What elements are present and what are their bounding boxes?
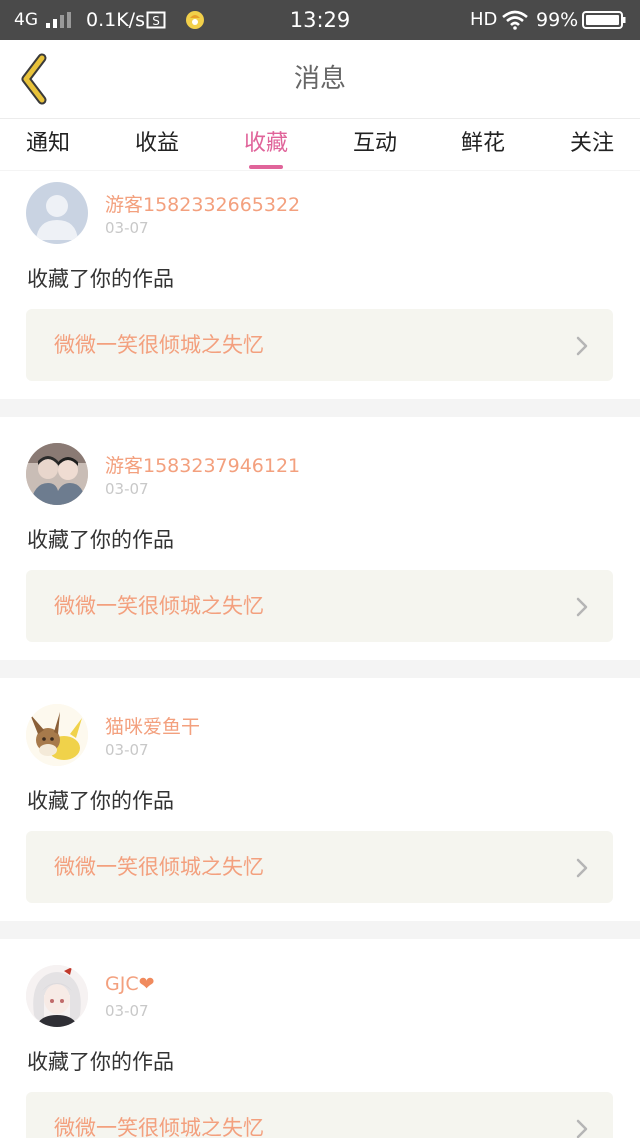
battery-icon <box>582 11 626 29</box>
username[interactable]: GJC❤ <box>105 973 155 995</box>
tab-label: 鲜花 <box>460 131 505 156</box>
tab-label: 互动 <box>352 131 397 156</box>
active-tab-indicator <box>249 165 283 169</box>
status-bar: 4G 0.1K/s S 13:29 HD 99% <box>0 0 640 40</box>
anime-avatar[interactable] <box>26 965 88 1027</box>
back-arrow-icon <box>21 53 47 105</box>
chevron-right-icon <box>576 597 588 617</box>
action-text: 收藏了你的作品 <box>27 267 174 291</box>
page-title: 消息 <box>293 64 346 94</box>
work-title: 微微一笑很倾城之失忆 <box>54 594 264 618</box>
battery-percent: 99% <box>536 9 579 31</box>
action-text: 收藏了你的作品 <box>27 1050 174 1074</box>
work-link[interactable]: 微微一笑很倾城之失忆 <box>26 570 613 642</box>
hd-indicator: HD <box>470 9 498 30</box>
heart-icon: ❤ <box>138 973 155 995</box>
tab-label: 关注 <box>569 131 614 156</box>
chevron-right-icon <box>576 336 588 356</box>
chevron-right-icon <box>576 858 588 878</box>
photo-avatar[interactable] <box>26 443 88 505</box>
message-date: 03-07 <box>105 219 149 237</box>
user-silhouette-icon <box>36 195 78 240</box>
tab-bar: 通知 收益 收藏 互动 鲜花 关注 <box>0 118 640 170</box>
username[interactable]: 游客1582332665322 <box>105 190 300 217</box>
username-text: GJC <box>105 973 139 995</box>
tab-label: 通知 <box>25 131 70 156</box>
tab-flowers[interactable]: 鲜花 <box>443 119 523 171</box>
message-card: 猫咪爱鱼干 03-07 收藏了你的作品 微微一笑很倾城之失忆 <box>0 678 640 921</box>
cartoon-avatar[interactable] <box>26 704 88 766</box>
work-link[interactable]: 微微一笑很倾城之失忆 <box>26 1092 613 1138</box>
message-date: 03-07 <box>105 480 149 498</box>
tab-label: 收益 <box>134 131 179 156</box>
user-photo-icon <box>26 443 88 505</box>
wifi-icon <box>502 10 528 30</box>
cartoon-pet-icon <box>26 704 88 766</box>
work-title: 微微一笑很倾城之失忆 <box>54 1116 264 1138</box>
anime-character-icon <box>26 965 88 1027</box>
tab-notifications[interactable]: 通知 <box>8 119 88 171</box>
default-avatar[interactable] <box>26 182 88 244</box>
work-title: 微微一笑很倾城之失忆 <box>54 333 264 357</box>
tab-label: 收藏 <box>243 131 288 156</box>
app-header: 消息 <box>0 40 640 118</box>
chevron-right-icon <box>576 1119 588 1138</box>
tab-earnings[interactable]: 收益 <box>117 119 197 171</box>
work-title: 微微一笑很倾城之失忆 <box>54 855 264 879</box>
username[interactable]: 猫咪爱鱼干 <box>105 712 200 739</box>
work-link[interactable]: 微微一笑很倾城之失忆 <box>26 831 613 903</box>
message-card: GJC❤ 03-07 收藏了你的作品 微微一笑很倾城之失忆 <box>0 939 640 1138</box>
tab-favorites[interactable]: 收藏 <box>226 119 306 171</box>
tab-follows[interactable]: 关注 <box>552 119 632 171</box>
action-text: 收藏了你的作品 <box>27 528 174 552</box>
message-date: 03-07 <box>105 741 149 759</box>
message-card: 游客1583237946121 03-07 收藏了你的作品 微微一笑很倾城之失忆 <box>0 417 640 660</box>
action-text: 收藏了你的作品 <box>27 789 174 813</box>
message-date: 03-07 <box>105 1002 149 1020</box>
work-link[interactable]: 微微一笑很倾城之失忆 <box>26 309 613 381</box>
username[interactable]: 游客1583237946121 <box>105 451 300 478</box>
message-card: 游客1582332665322 03-07 收藏了你的作品 微微一笑很倾城之失忆 <box>0 171 640 399</box>
back-button[interactable] <box>12 50 62 108</box>
tab-interactions[interactable]: 互动 <box>335 119 415 171</box>
